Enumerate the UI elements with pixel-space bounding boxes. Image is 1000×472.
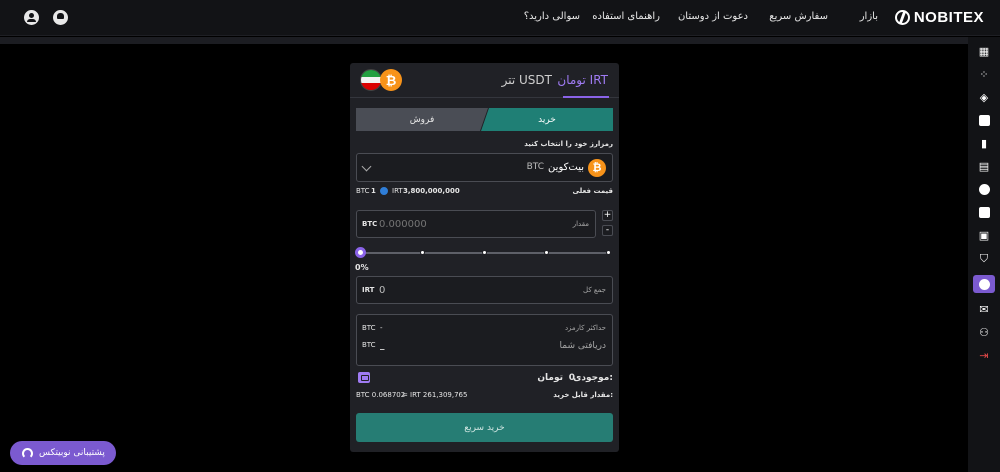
received-unit: BTC <box>362 341 376 349</box>
nobitex-logo-icon <box>894 10 910 25</box>
price-irt-unit: IRT <box>392 187 403 195</box>
sidebar-item-invite[interactable]: ⚇ <box>973 323 995 341</box>
chevron-down-icon <box>361 161 372 172</box>
wallet-deposit-icon[interactable] <box>358 372 370 383</box>
sidebar-item-orders[interactable]: ▤ <box>973 157 995 175</box>
exchange-icon: ◈ <box>979 90 989 104</box>
sidebar-item-wallet[interactable] <box>973 111 995 129</box>
support-label: پشتیبانی نوبیتکس <box>39 448 105 458</box>
received-value: _ <box>380 341 385 351</box>
support-chat-button[interactable]: پشتیبانی نوبیتکس <box>10 441 116 465</box>
percent-slider[interactable] <box>355 247 611 258</box>
dots-icon: ⁘ <box>979 67 989 81</box>
chart-icon: ▮ <box>980 136 988 150</box>
max-buy-btc: BTC 0.068702 <box>356 391 406 399</box>
id-card-icon <box>978 206 990 218</box>
sidebar-item-exchange[interactable]: ◈ <box>973 88 995 106</box>
max-buy-irt: IRT 261,309,765 <box>410 391 468 399</box>
slider-thumb[interactable] <box>355 247 366 258</box>
sell-side-button[interactable]: فروش <box>356 108 488 131</box>
swap-icon <box>380 187 388 195</box>
bell-icon[interactable] <box>53 10 68 25</box>
buy-side-button[interactable]: خرید <box>481 108 613 131</box>
amount-increment-button[interactable]: + <box>602 210 613 221</box>
sidebar-item-messages[interactable]: ✉ <box>973 300 995 318</box>
price-btc-unit: BTC <box>356 187 370 195</box>
quick-buy-button[interactable]: خرید سریع <box>356 413 613 442</box>
selected-coin-symbol: BTC <box>526 162 544 172</box>
wallet-icon <box>978 114 990 126</box>
received-label: دریافتی شما <box>559 341 606 351</box>
price-irt-value: 3,800,000,000 <box>403 187 460 195</box>
max-fee-unit: BTC <box>362 324 376 332</box>
lightning-icon <box>978 278 990 290</box>
price-btc-amount: 1 <box>371 187 376 195</box>
nav-quick-order[interactable]: سفارش سریع <box>769 11 828 22</box>
sidebar-item-percent[interactable] <box>973 180 995 198</box>
sidebar-item-logout[interactable]: ⇥ <box>973 346 995 364</box>
sub-bar <box>0 37 968 44</box>
amount-label: مقدار <box>572 220 589 228</box>
slider-tick-75[interactable] <box>544 250 549 255</box>
balance-unit: تومان <box>537 373 563 383</box>
coin-select[interactable]: ₿ بیت‌کوین BTC <box>356 153 613 182</box>
top-navigation-bar: NOBITEX بازار سفارش سریع دعوت از دوستان … <box>0 0 1000 36</box>
balance-value: 0 <box>568 373 575 383</box>
balance-label: موجودی: <box>573 373 613 383</box>
total-field[interactable]: IRT جمع کل <box>356 276 613 304</box>
amount-input[interactable] <box>379 216 529 232</box>
sidebar-item-profile[interactable] <box>973 203 995 221</box>
envelope-icon: ✉ <box>979 302 989 316</box>
current-price-label: قیمت فعلی <box>572 187 613 195</box>
nav-market[interactable]: بازار <box>860 11 878 22</box>
tab-usdt[interactable]: تتر USDT <box>502 73 552 87</box>
logout-icon: ⇥ <box>979 348 989 362</box>
sidebar-item-calendar[interactable]: ▣ <box>973 226 995 244</box>
max-buy-label: مقدار قابل خرید: <box>553 391 613 399</box>
brand-name: NOBITEX <box>913 9 984 26</box>
headset-icon <box>22 447 33 459</box>
shield-icon: ⛉ <box>979 251 989 265</box>
quick-trade-panel: تومان IRT تتر USDT ₿ خرید فروش رمزارز خو… <box>350 63 619 452</box>
nav-invite-friends[interactable]: دعوت از دوستان <box>678 11 748 22</box>
max-buy-equals: = <box>402 391 408 399</box>
clipboard-icon: ▤ <box>978 159 990 173</box>
slider-percent: 0% <box>355 263 369 272</box>
sidebar-item-market[interactable]: ⁘ <box>973 65 995 83</box>
sidebar-item-reports[interactable]: ▮ <box>973 134 995 152</box>
max-fee-label: حداکثر کارمزد <box>564 324 606 332</box>
nav-guide[interactable]: راهنمای استفاده <box>592 11 660 22</box>
nobitex-logo[interactable]: NOBITEX <box>894 9 984 26</box>
max-fee-value: - <box>380 324 383 332</box>
dashboard-icon: ▦ <box>978 44 990 58</box>
sidebar-item-quick-trade[interactable] <box>973 275 995 293</box>
tab-irt[interactable]: تومان IRT <box>557 73 608 87</box>
right-sidebar: ▦ ⁘ ◈ ▮ ▤ ▣ ⛉ ✉ ⚇ ⇥ <box>968 37 1000 472</box>
amount-unit: BTC <box>362 220 378 228</box>
total-label: جمع کل <box>583 286 606 294</box>
total-unit: IRT <box>362 286 375 294</box>
active-tab-indicator <box>563 96 609 98</box>
iran-flag-icon <box>360 69 382 91</box>
currency-tabs: تومان IRT تتر USDT ₿ <box>350 63 619 98</box>
user-icon[interactable] <box>24 10 39 25</box>
bitcoin-icon: ₿ <box>380 69 402 91</box>
slider-tick-100[interactable] <box>606 250 611 255</box>
total-input[interactable] <box>379 282 529 298</box>
sidebar-item-dashboard[interactable]: ▦ <box>973 42 995 60</box>
percent-icon <box>978 183 990 195</box>
bitcoin-icon: ₿ <box>588 159 606 177</box>
calendar-icon: ▣ <box>978 228 990 242</box>
amount-decrement-button[interactable]: - <box>602 225 613 236</box>
selected-coin-name: بیت‌کوین <box>548 162 584 173</box>
nav-faq[interactable]: سوالی دارید؟ <box>524 11 580 22</box>
sidebar-item-security[interactable]: ⛉ <box>973 249 995 267</box>
amount-field[interactable]: BTC مقدار <box>356 210 596 238</box>
choose-coin-label: رمزارز خود را انتخاب کنید <box>524 140 613 148</box>
fee-received-box: حداکثر کارمزد BTC - دریافتی شما BTC _ <box>356 314 613 366</box>
add-user-icon: ⚇ <box>979 325 989 339</box>
slider-tick-25[interactable] <box>420 250 425 255</box>
slider-tick-50[interactable] <box>482 250 487 255</box>
